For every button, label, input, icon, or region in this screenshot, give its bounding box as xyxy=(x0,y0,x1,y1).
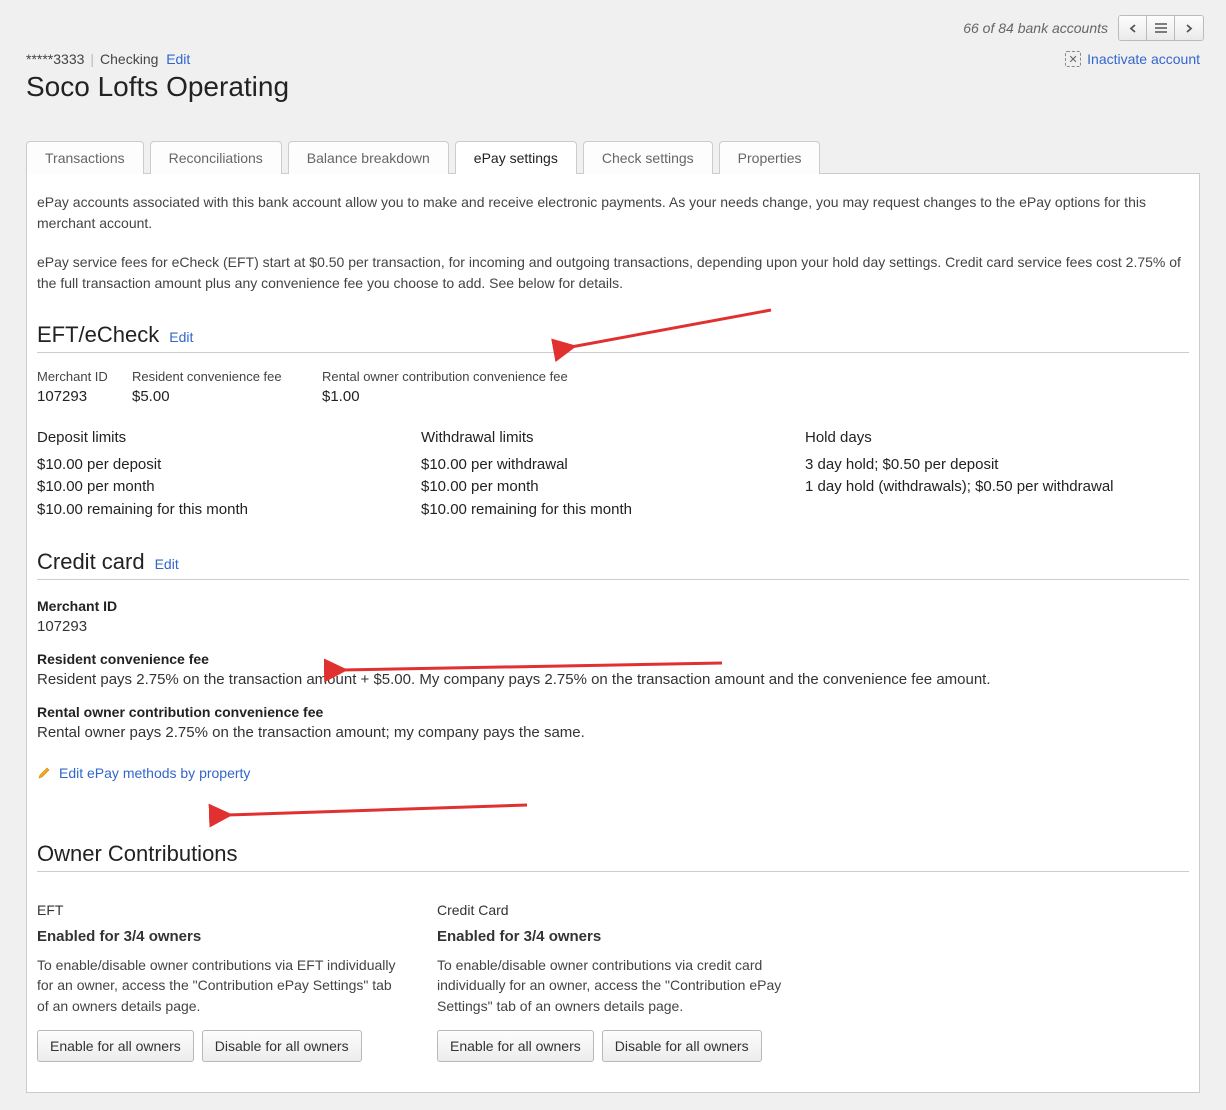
cc-resident-fee-label: Resident convenience fee xyxy=(37,651,1189,667)
cc-edit-link[interactable]: Edit xyxy=(155,556,179,572)
eft-heading: EFT/eCheck xyxy=(37,322,159,348)
page-title: Soco Lofts Operating xyxy=(26,71,1200,103)
intro-text: ePay accounts associated with this bank … xyxy=(37,192,1189,294)
cc-heading: Credit card xyxy=(37,549,145,575)
merchant-id-value: 107293 xyxy=(37,388,132,405)
cc-section-heading: Credit card Edit xyxy=(37,549,1189,580)
cc-rental-owner-fee-desc: Rental owner pays 2.75% on the transacti… xyxy=(37,724,1189,741)
edit-epay-methods-link[interactable]: Edit ePay methods by property xyxy=(37,765,1189,781)
owner-contrib-cc: Credit Card Enabled for 3/4 owners To en… xyxy=(437,902,807,1062)
eft-disable-all-button[interactable]: Disable for all owners xyxy=(202,1030,362,1062)
oc-cc-desc: To enable/disable owner contributions vi… xyxy=(437,955,807,1016)
hold-days-label: Hold days xyxy=(805,427,1189,450)
oc-eft-desc: To enable/disable owner contributions vi… xyxy=(37,955,407,1016)
resident-fee-value: $5.00 xyxy=(132,388,322,405)
pencil-icon xyxy=(37,766,51,780)
hold-days-1: 1 day hold (withdrawals); $0.50 per with… xyxy=(805,476,1189,499)
tab-check-settings[interactable]: Check settings xyxy=(583,141,713,174)
withdrawal-limit-0: $10.00 per withdrawal xyxy=(421,454,805,477)
chevron-left-icon xyxy=(1129,24,1136,33)
close-icon: ✕ xyxy=(1065,51,1081,67)
tab-transactions[interactable]: Transactions xyxy=(26,141,144,174)
eft-enable-all-button[interactable]: Enable for all owners xyxy=(37,1030,194,1062)
deposit-limit-1: $10.00 per month xyxy=(37,476,421,499)
tab-reconciliations[interactable]: Reconciliations xyxy=(150,141,282,174)
annotation-arrow-3 xyxy=(217,802,537,825)
pager-next-button[interactable] xyxy=(1175,16,1203,40)
withdrawal-limit-1: $10.00 per month xyxy=(421,476,805,499)
deposit-limit-0: $10.00 per deposit xyxy=(37,454,421,477)
deposit-limit-2: $10.00 remaining for this month xyxy=(37,499,421,522)
merchant-id-label: Merchant ID xyxy=(37,369,132,384)
pager-list-button[interactable] xyxy=(1147,16,1175,40)
cc-resident-fee-desc: Resident pays 2.75% on the transaction a… xyxy=(37,671,1189,688)
owner-contrib-eft: EFT Enabled for 3/4 owners To enable/dis… xyxy=(37,902,407,1062)
oc-eft-title: EFT xyxy=(37,902,407,918)
eft-section-heading: EFT/eCheck Edit xyxy=(37,322,1189,353)
inactivate-account-link[interactable]: ✕ Inactivate account xyxy=(1065,51,1200,67)
intro-p1: ePay accounts associated with this bank … xyxy=(37,192,1189,234)
edit-account-link[interactable]: Edit xyxy=(166,51,190,67)
pager-controls xyxy=(1118,15,1204,41)
chevron-right-icon xyxy=(1186,24,1193,33)
edit-epay-methods-label: Edit ePay methods by property xyxy=(59,765,250,781)
top-bar: 66 of 84 bank accounts xyxy=(10,0,1216,51)
tabs: Transactions Reconciliations Balance bre… xyxy=(26,141,1200,174)
epay-panel: ePay accounts associated with this bank … xyxy=(26,173,1200,1093)
pager-prev-button[interactable] xyxy=(1119,16,1147,40)
cc-merchant-id-value: 107293 xyxy=(37,618,1189,635)
oc-cc-title: Credit Card xyxy=(437,902,807,918)
account-meta: *****3333 | Checking Edit xyxy=(26,51,190,67)
list-icon xyxy=(1155,23,1167,33)
resident-fee-label: Resident convenience fee xyxy=(132,369,322,384)
owner-contrib-heading: Owner Contributions xyxy=(37,841,238,867)
account-masked-number: *****3333 xyxy=(26,51,84,67)
inactivate-label: Inactivate account xyxy=(1087,51,1200,67)
cc-enable-all-button[interactable]: Enable for all owners xyxy=(437,1030,594,1062)
pager-text: 66 of 84 bank accounts xyxy=(963,20,1108,36)
owner-contrib-section-heading: Owner Contributions xyxy=(37,841,1189,872)
rental-owner-fee-label: Rental owner contribution convenience fe… xyxy=(322,369,568,384)
intro-p2: ePay service fees for eCheck (EFT) start… xyxy=(37,252,1189,294)
deposit-limits-label: Deposit limits xyxy=(37,427,421,450)
oc-eft-enabled: Enabled for 3/4 owners xyxy=(37,928,407,945)
account-type: Checking xyxy=(100,51,158,67)
tab-epay-settings[interactable]: ePay settings xyxy=(455,141,577,174)
oc-cc-enabled: Enabled for 3/4 owners xyxy=(437,928,807,945)
divider: | xyxy=(84,51,100,67)
hold-days-0: 3 day hold; $0.50 per deposit xyxy=(805,454,1189,477)
tab-balance-breakdown[interactable]: Balance breakdown xyxy=(288,141,449,174)
eft-edit-link[interactable]: Edit xyxy=(169,329,193,345)
cc-rental-owner-fee-label: Rental owner contribution convenience fe… xyxy=(37,704,1189,720)
withdrawal-limit-2: $10.00 remaining for this month xyxy=(421,499,805,522)
cc-merchant-id-label: Merchant ID xyxy=(37,598,1189,614)
cc-disable-all-button[interactable]: Disable for all owners xyxy=(602,1030,762,1062)
withdrawal-limits-label: Withdrawal limits xyxy=(421,427,805,450)
tab-properties[interactable]: Properties xyxy=(719,141,821,174)
rental-owner-fee-value: $1.00 xyxy=(322,388,568,405)
